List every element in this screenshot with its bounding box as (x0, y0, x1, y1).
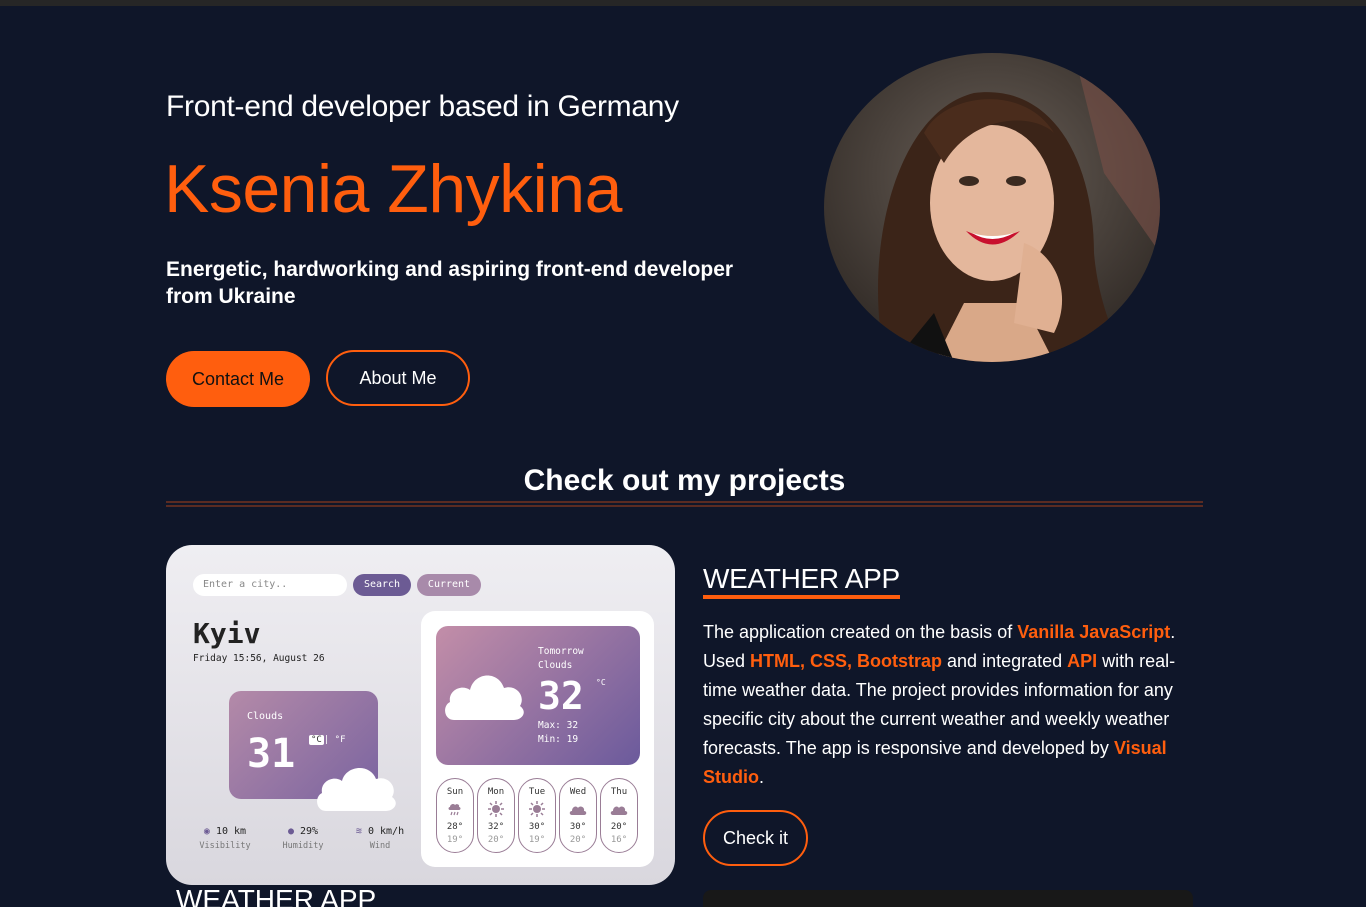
highlight-vanilla-js: Vanilla JavaScript (1017, 622, 1171, 642)
preview-city: Kyiv (193, 617, 261, 650)
preview-unit-toggle: °C | °F (309, 735, 346, 745)
cloud-icon (317, 767, 396, 811)
section-divider (166, 501, 1203, 507)
preview-humidity: ● 29% Humidity (282, 826, 324, 851)
preview-tomorrow-card: Tomorrow Clouds 32 °C Max: 32 Min: 19 (436, 626, 640, 765)
cloud-icon (610, 806, 628, 815)
highlight-html-css-bootstrap: HTML, CSS, Bootstrap (750, 651, 943, 671)
contact-me-button[interactable]: Contact Me (166, 351, 310, 407)
forecast-day: Thu 20° 16° (600, 778, 638, 853)
about-me-button[interactable]: About Me (326, 350, 470, 406)
preview-condition: Clouds (247, 711, 284, 722)
hero-subtitle: Front-end developer based in Germany (166, 90, 679, 123)
drop-icon: ● (287, 826, 294, 837)
preview-date: Friday 15:56, August 26 (193, 653, 325, 664)
hero-name: Ksenia Zhykina (164, 151, 622, 227)
preview-current-button: Current (417, 574, 481, 596)
preview-forecast-panel: Tomorrow Clouds 32 °C Max: 32 Min: 19 Su… (421, 611, 654, 867)
project-title: WEATHER APP (703, 563, 900, 599)
window-top-bar (0, 0, 1366, 6)
forecast-day: Wed 30° 20° (559, 778, 597, 853)
check-it-button[interactable]: Check it (703, 810, 808, 866)
cloud-icon (445, 675, 524, 720)
preview-visibility: ◉ 10 km Visibility (199, 826, 251, 851)
highlight-api: API (1067, 651, 1098, 671)
wind-icon: ≋ (355, 826, 362, 837)
forecast-day: Sun 28° 19° (436, 778, 474, 853)
sun-icon (529, 801, 545, 817)
preview-search-button: Search (353, 574, 411, 596)
projects-section-title: Check out my projects (523, 464, 846, 497)
sun-icon (488, 801, 504, 817)
preview-temp: 31 (247, 731, 296, 777)
cloud-icon (569, 806, 587, 815)
profile-photo (824, 53, 1160, 362)
preview-search-input: Enter a city.. (193, 574, 347, 596)
forecast-day: Mon 32° 20° (477, 778, 515, 853)
project-description: The application created on the basis of … (703, 622, 1176, 787)
forecast-day: Tue 30° 19° (518, 778, 556, 853)
eye-icon: ◉ (203, 826, 210, 837)
next-project-preview[interactable] (703, 890, 1193, 907)
hero-description: Energetic, hardworking and aspiring fron… (166, 258, 734, 308)
rain-cloud-icon (448, 803, 461, 816)
preview-wind: ≋ 0 km/h Wind (355, 826, 405, 851)
next-project-title: WEATHER APP (176, 884, 377, 907)
weather-app-screenshot[interactable]: Enter a city.. Search Current Kyiv Frida… (166, 545, 675, 885)
